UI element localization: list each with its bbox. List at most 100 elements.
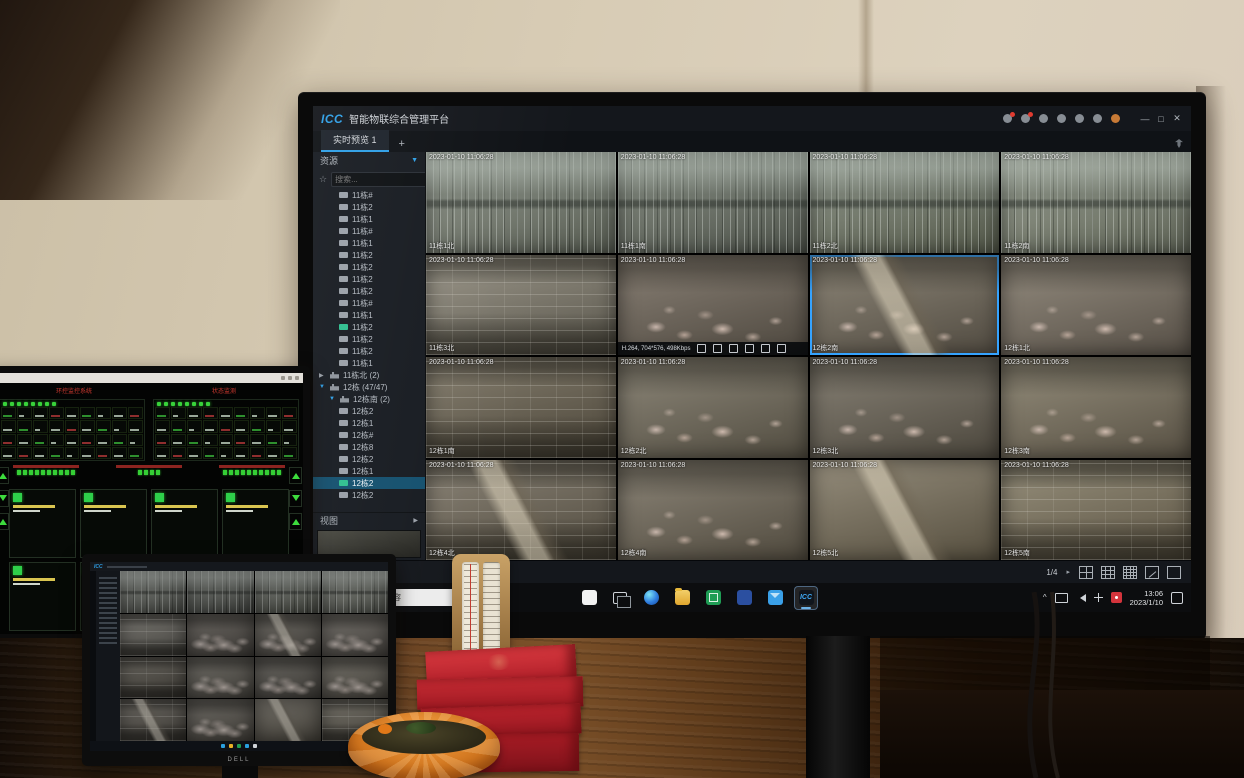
close-icon[interactable] bbox=[777, 344, 786, 353]
user-icon[interactable] bbox=[1039, 114, 1048, 123]
video-cell-2[interactable]: 2023-01-10 11:06:2811栋1南 bbox=[618, 152, 808, 253]
scada-cell-value bbox=[67, 415, 76, 417]
tree-camera-item[interactable]: 12栋1 bbox=[313, 465, 425, 477]
video-cell-10[interactable]: 2023-01-10 11:06:2812栋2北 bbox=[618, 357, 808, 458]
video-cell-4[interactable]: 2023-01-10 11:06:2811栋2南 bbox=[1001, 152, 1191, 253]
tab-live-preview[interactable]: 实时预览 1 bbox=[321, 130, 389, 152]
maximize-button[interactable]: □ bbox=[1155, 114, 1167, 124]
tree-camera-item[interactable]: 12栋2 bbox=[313, 405, 425, 417]
screen-share-icon[interactable] bbox=[1003, 114, 1012, 123]
resource-section-header[interactable]: 资源 ▼ bbox=[313, 152, 425, 169]
video-cell-15[interactable]: 2023-01-10 11:06:2812栋5北 bbox=[810, 460, 1000, 561]
strip-header-bar bbox=[13, 465, 79, 468]
scada-cell bbox=[282, 447, 297, 459]
tab-bar: 实时预览 1 + bbox=[313, 131, 1191, 152]
tree-item-label: 12栋# bbox=[352, 430, 373, 441]
download-icon[interactable] bbox=[1057, 114, 1066, 123]
video-cell-5[interactable]: 2023-01-10 11:06:2811栋3北 bbox=[426, 255, 616, 356]
video-cell-12[interactable]: 2023-01-10 11:06:2812栋3南 bbox=[1001, 357, 1191, 458]
tree-camera-item[interactable]: 12栋1 bbox=[313, 417, 425, 429]
video-cell-11[interactable]: 2023-01-10 11:06:2812栋3北 bbox=[810, 357, 1000, 458]
arrow-up-button[interactable] bbox=[0, 467, 9, 484]
tree-camera-item[interactable]: 11栋2 bbox=[313, 201, 425, 213]
record-icon[interactable] bbox=[729, 344, 738, 353]
minimize-button[interactable]: — bbox=[1139, 114, 1151, 124]
video-cell-14[interactable]: 2023-01-10 11:06:2812栋4南 bbox=[618, 460, 808, 561]
video-cell-1[interactable]: 2023-01-10 11:06:2811栋1北 bbox=[426, 152, 616, 253]
video-cell-13[interactable]: 2023-01-10 11:06:2812栋4北 bbox=[426, 460, 616, 561]
fullscreen-icon[interactable] bbox=[1167, 566, 1181, 579]
globe-icon[interactable] bbox=[1093, 114, 1102, 123]
snapshot-icon[interactable] bbox=[745, 344, 754, 353]
arrow-down-button[interactable] bbox=[289, 490, 302, 507]
tree-camera-item[interactable]: 11栋2 bbox=[313, 285, 425, 297]
icc-logo: ICC bbox=[321, 112, 343, 126]
tree-group-item[interactable]: ▼12栋 (47/47) bbox=[313, 381, 425, 393]
next-page-icon[interactable]: ▸ bbox=[1066, 568, 1070, 576]
taskbar-app-office[interactable] bbox=[732, 586, 756, 610]
grid-2x2-icon[interactable] bbox=[1079, 566, 1093, 579]
tree-camera-item[interactable]: 12栋2 bbox=[313, 477, 425, 489]
taskbar-app-edge[interactable] bbox=[639, 586, 663, 610]
layout-grid-dot bbox=[1111, 571, 1114, 574]
camera-search-box[interactable] bbox=[331, 172, 426, 187]
bell-icon[interactable] bbox=[1021, 114, 1030, 123]
arrow-up-button[interactable] bbox=[289, 513, 302, 530]
scada-cell bbox=[234, 420, 249, 432]
tree-camera-item[interactable]: 11栋1 bbox=[313, 309, 425, 321]
taskbar-app-file-explorer[interactable] bbox=[670, 586, 694, 610]
tree-camera-item[interactable]: 11栋2 bbox=[313, 321, 425, 333]
gear-icon[interactable] bbox=[1075, 114, 1084, 123]
tree-camera-item[interactable]: 11栋2 bbox=[313, 249, 425, 261]
tree-camera-item[interactable]: 11栋# bbox=[313, 225, 425, 237]
tree-camera-item[interactable]: 11栋2 bbox=[313, 261, 425, 273]
taskbar-app-widgets[interactable] bbox=[577, 586, 601, 610]
taskbar-app-task-view[interactable] bbox=[608, 586, 632, 610]
arrow-up-button[interactable] bbox=[289, 467, 302, 484]
camera-search-input[interactable] bbox=[335, 175, 426, 184]
views-section-header[interactable]: 视图 ▶ bbox=[313, 512, 425, 528]
tree-camera-item[interactable]: 12栋8 bbox=[313, 441, 425, 453]
taskbar-app-icc[interactable]: ICC bbox=[794, 586, 818, 610]
video-cell-9[interactable]: 2023-01-10 11:06:2812栋1南 bbox=[426, 357, 616, 458]
tree-camera-item[interactable]: 12栋# bbox=[313, 429, 425, 441]
tree-camera-item[interactable]: 12栋2 bbox=[313, 489, 425, 501]
tree-camera-item[interactable]: 12栋2 bbox=[313, 453, 425, 465]
tree-camera-item[interactable]: 11栋2 bbox=[313, 333, 425, 345]
notification-center-icon[interactable] bbox=[1171, 592, 1183, 604]
video-cell-7[interactable]: 2023-01-10 11:06:2812栋2南 bbox=[810, 255, 1000, 356]
tree-group-item[interactable]: ▼12栋南 (2) bbox=[313, 393, 425, 405]
avatar-icon[interactable] bbox=[1111, 114, 1120, 123]
add-tab-button[interactable]: + bbox=[389, 136, 415, 152]
tree-camera-item[interactable]: 11栋2 bbox=[313, 345, 425, 357]
custom-layout-icon[interactable] bbox=[1145, 566, 1159, 579]
taskbar-app-mail[interactable] bbox=[763, 586, 787, 610]
tree-group-item[interactable]: ▶11栋北 (2) bbox=[313, 369, 425, 381]
arrow-up-button[interactable] bbox=[0, 513, 9, 530]
video-grid-area: 2023-01-10 11:06:2811栋1北2023-01-10 11:06… bbox=[426, 152, 1191, 560]
camera-icon bbox=[339, 444, 348, 450]
zoom-icon[interactable] bbox=[761, 344, 770, 353]
grid-4x4-icon[interactable] bbox=[1123, 566, 1137, 579]
tree-camera-item[interactable]: 11栋2 bbox=[313, 273, 425, 285]
caret-right-icon: ▶ bbox=[319, 372, 326, 379]
volume-icon[interactable] bbox=[697, 344, 706, 353]
tree-camera-item[interactable]: 11栋1 bbox=[313, 213, 425, 225]
scada-cell-value bbox=[221, 415, 230, 417]
video-cell-8[interactable]: 2023-01-10 11:06:2812栋1北 bbox=[1001, 255, 1191, 356]
taskbar-app-excel[interactable] bbox=[701, 586, 725, 610]
tree-camera-item[interactable]: 11栋# bbox=[313, 297, 425, 309]
video-cell-3[interactable]: 2023-01-10 11:06:2811栋2北 bbox=[810, 152, 1000, 253]
pin-icon[interactable] bbox=[1175, 139, 1183, 148]
grid-3x3-icon[interactable] bbox=[1101, 566, 1115, 579]
tree-camera-item[interactable]: 11栋1 bbox=[313, 357, 425, 369]
tree-camera-item[interactable]: 11栋1 bbox=[313, 237, 425, 249]
mic-icon[interactable] bbox=[713, 344, 722, 353]
tree-camera-item[interactable]: 11栋# bbox=[313, 189, 425, 201]
video-cell-16[interactable]: 2023-01-10 11:06:2812栋5南 bbox=[1001, 460, 1191, 561]
arrow-down-button[interactable] bbox=[0, 490, 9, 507]
favorites-icon[interactable]: ☆ bbox=[319, 174, 327, 185]
tree-item-label: 11栋2 bbox=[352, 286, 373, 297]
video-cell-6[interactable]: 2023-01-10 11:06:2811栋3南 工作通道H.264, 704*… bbox=[618, 255, 808, 356]
close-button[interactable]: ✕ bbox=[1171, 113, 1183, 124]
